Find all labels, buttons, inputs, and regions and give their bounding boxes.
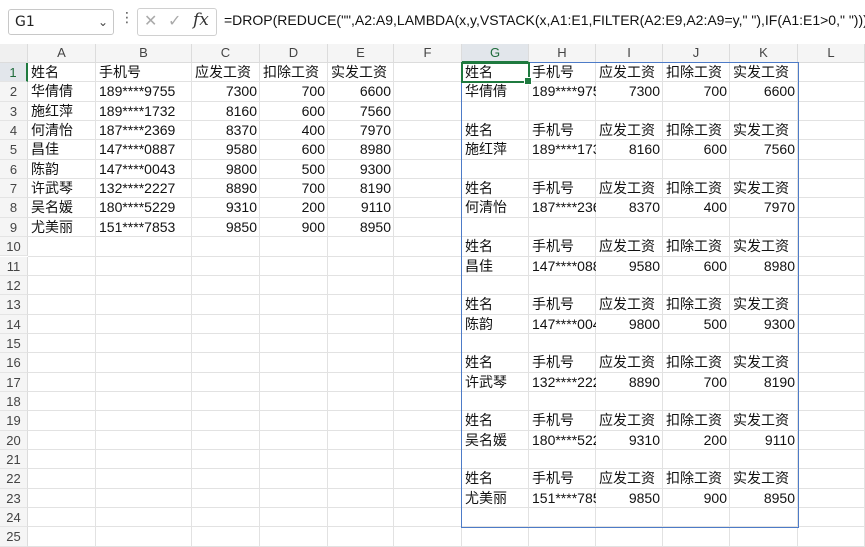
row-header-23[interactable]: 23 (0, 488, 28, 509)
row-header-9[interactable]: 9 (0, 217, 28, 238)
header-cell[interactable]: 实发工资 (328, 63, 394, 82)
row-header-21[interactable]: 21 (0, 450, 28, 470)
column-header-d[interactable]: D (260, 44, 328, 63)
data-cell[interactable]: 施红萍 (28, 102, 96, 121)
data-cell[interactable]: 700 (260, 179, 328, 198)
data-cell[interactable]: 132****2227 (96, 179, 192, 198)
column-header-g[interactable]: G (462, 44, 529, 63)
column-header-e[interactable]: E (328, 44, 394, 63)
row-header-3[interactable]: 3 (0, 101, 28, 122)
data-cell[interactable]: 吴名媛 (28, 198, 96, 217)
data-cell[interactable]: 许武琴 (28, 179, 96, 198)
data-cell[interactable]: 189****9755 (96, 82, 192, 101)
data-cell[interactable]: 8950 (328, 218, 394, 237)
name-box[interactable]: G1 ⌄ (8, 9, 114, 35)
row-header-15[interactable]: 15 (0, 333, 28, 354)
data-cell[interactable]: 8190 (328, 179, 394, 198)
formula-input[interactable]: =DROP(REDUCE("",A2:A9,LAMBDA(x,y,VSTACK(… (224, 12, 865, 28)
active-cell-selection (461, 62, 532, 86)
data-cell[interactable]: 189****1732 (96, 102, 192, 121)
chevron-down-icon[interactable]: ⌄ (98, 10, 108, 34)
data-cell[interactable]: 9300 (328, 160, 394, 179)
row-header-24[interactable]: 24 (0, 508, 28, 528)
formula-controls: ✕ ✓ fx (137, 8, 217, 36)
data-cell[interactable]: 6600 (328, 82, 394, 101)
data-cell[interactable]: 500 (260, 160, 328, 179)
data-cell[interactable]: 何清怡 (28, 121, 96, 140)
name-box-value: G1 (15, 14, 35, 30)
data-cell[interactable]: 昌佳 (28, 140, 96, 159)
data-cell[interactable]: 600 (260, 102, 328, 121)
data-cell[interactable]: 147****0043 (96, 160, 192, 179)
data-cell[interactable]: 7970 (328, 121, 394, 140)
row-header-2[interactable]: 2 (0, 82, 28, 102)
column-header-l[interactable]: L (798, 44, 865, 63)
row-header-19[interactable]: 19 (0, 411, 28, 431)
row-header-4[interactable]: 4 (0, 121, 28, 141)
data-cell[interactable]: 华倩倩 (28, 82, 96, 101)
data-cell[interactable]: 8370 (192, 121, 260, 140)
row-header-20[interactable]: 20 (0, 430, 28, 450)
data-cell[interactable]: 187****2369 (96, 121, 192, 140)
enter-icon[interactable]: ✓ (168, 11, 181, 30)
column-header-a[interactable]: A (28, 44, 96, 63)
row-header-14[interactable]: 14 (0, 314, 28, 334)
row-header-13[interactable]: 13 (0, 295, 28, 315)
data-cell[interactable]: 200 (260, 198, 328, 217)
data-cell[interactable]: 7300 (192, 82, 260, 101)
row-header-12[interactable]: 12 (0, 275, 28, 296)
data-cell[interactable]: 400 (260, 121, 328, 140)
row-header-5[interactable]: 5 (0, 140, 28, 160)
data-cell[interactable]: 180****5229 (96, 198, 192, 217)
more-options-icon[interactable]: ⋮ (120, 10, 134, 26)
data-cell[interactable]: 147****0887 (96, 140, 192, 159)
data-cell[interactable]: 600 (260, 140, 328, 159)
data-cell[interactable]: 9800 (192, 160, 260, 179)
header-cell[interactable]: 扣除工资 (260, 63, 328, 82)
data-cell[interactable]: 8890 (192, 179, 260, 198)
row-header-10[interactable]: 10 (0, 237, 28, 257)
column-header-f[interactable]: F (394, 44, 462, 63)
column-header-k[interactable]: K (730, 44, 798, 63)
spill-range-border (461, 62, 799, 529)
column-header-i[interactable]: I (596, 44, 663, 63)
column-header-c[interactable]: C (192, 44, 260, 63)
data-cell[interactable]: 700 (260, 82, 328, 101)
data-cell[interactable]: 8980 (328, 140, 394, 159)
column-header-j[interactable]: J (663, 44, 730, 63)
spreadsheet-grid[interactable]: A B C D E F G H I J K L 1 2 3 4 5 6 7 8 9 10 11 12 13 14 15 16 17 18 1… (0, 44, 865, 547)
row-header-7[interactable]: 7 (0, 179, 28, 199)
row-header-11[interactable]: 11 (0, 256, 28, 276)
row-header-16[interactable]: 16 (0, 353, 28, 373)
insert-function-icon[interactable]: fx (193, 10, 209, 30)
select-all-corner[interactable] (0, 44, 28, 63)
row-header-22[interactable]: 22 (0, 469, 28, 489)
data-cell[interactable]: 尤美丽 (28, 218, 96, 237)
column-header-b[interactable]: B (96, 44, 192, 63)
row-header-1[interactable]: 1 (0, 63, 28, 83)
data-cell[interactable]: 8160 (192, 102, 260, 121)
data-cell[interactable]: 9850 (192, 218, 260, 237)
row-header-18[interactable]: 18 (0, 391, 28, 412)
data-cell[interactable]: 9580 (192, 140, 260, 159)
row-header-17[interactable]: 17 (0, 372, 28, 392)
data-cell[interactable]: 9310 (192, 198, 260, 217)
data-cell[interactable]: 151****7853 (96, 218, 192, 237)
data-cell[interactable]: 9110 (328, 198, 394, 217)
data-cell[interactable]: 陈韵 (28, 160, 96, 179)
row-header-8[interactable]: 8 (0, 198, 28, 218)
data-cell[interactable]: 7560 (328, 102, 394, 121)
data-cell[interactable]: 900 (260, 218, 328, 237)
header-cell[interactable]: 手机号 (96, 63, 192, 82)
formula-bar: G1 ⌄ ⋮ ✕ ✓ fx =DROP(REDUCE("",A2:A9,LAMB… (0, 0, 865, 44)
header-cell[interactable]: 应发工资 (192, 63, 260, 82)
row-header-25[interactable]: 25 (0, 527, 28, 547)
cancel-icon[interactable]: ✕ (144, 11, 157, 30)
row-header-6[interactable]: 6 (0, 159, 28, 180)
header-cell[interactable]: 姓名 (28, 63, 96, 82)
column-header-h[interactable]: H (529, 44, 596, 63)
